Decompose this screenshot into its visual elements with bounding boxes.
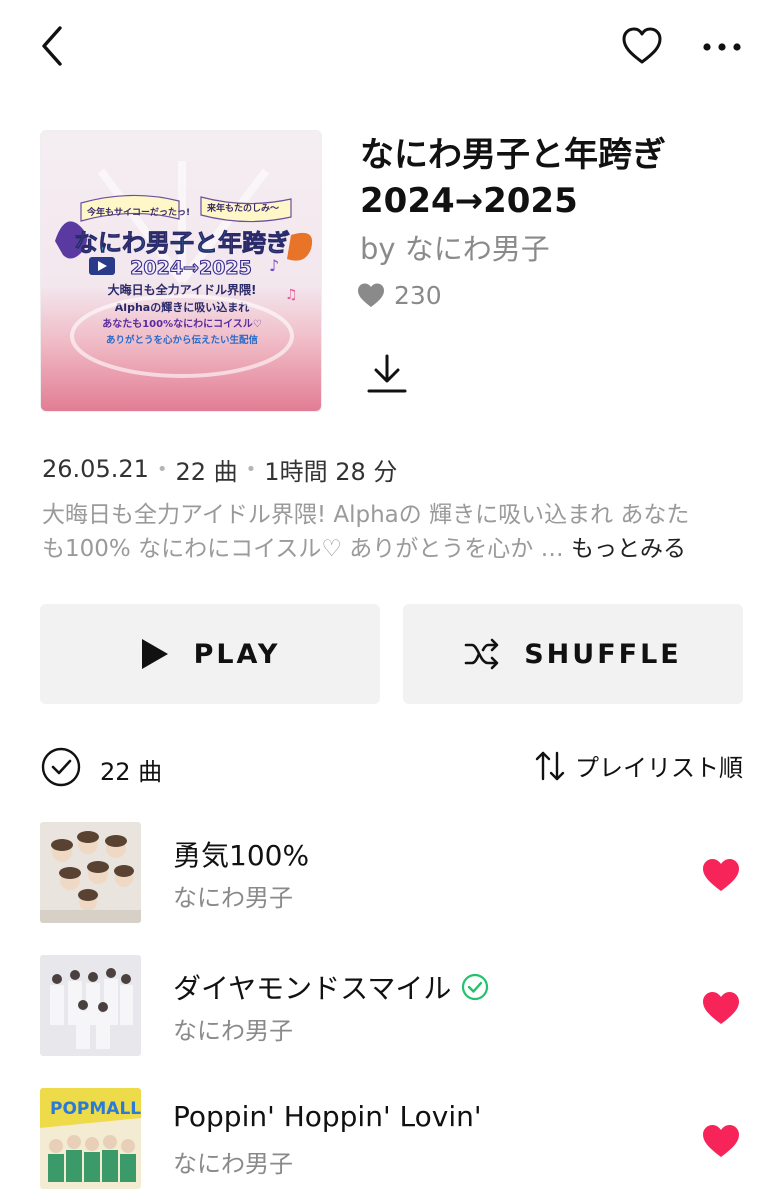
- sort-label: プレイリスト順: [575, 754, 743, 782]
- meta-separator: •: [156, 458, 168, 480]
- track-list-header: 22 曲 プレイリスト順: [40, 744, 743, 792]
- back-icon: [42, 26, 62, 66]
- like-count: 230: [356, 278, 442, 312]
- svg-text:ありがとうを心から伝えたい生配信: ありがとうを心から伝えたい生配信: [106, 334, 259, 346]
- track-row[interactable]: POPMALL Poppin' Hoppin' Lovin' なにわ男子: [40, 1088, 743, 1192]
- track-title: Poppin' Hoppin' Lovin': [173, 1100, 482, 1133]
- svg-text:♪: ♪: [269, 256, 279, 275]
- svg-text:POPMALL: POPMALL: [50, 1099, 141, 1119]
- playlist-meta: 26.05.21 • 22 曲 • 1時間 28 分: [42, 452, 397, 486]
- playlist-track-count: 22 曲: [175, 457, 238, 486]
- download-icon: [367, 354, 407, 393]
- svg-text:今年もサイコーだったっ!: 今年もサイコーだったっ!: [86, 206, 190, 218]
- playlist-title-line2: 2024→2025: [360, 181, 578, 221]
- track-row[interactable]: 勇気100% なにわ男子: [40, 822, 743, 926]
- track-count-label: 22 曲: [100, 758, 163, 786]
- top-bar: [0, 0, 783, 100]
- more-options-button[interactable]: [696, 26, 748, 66]
- track-title: 勇気100%: [173, 834, 309, 874]
- svg-text:あなたも100%なにわにコイスル♡: あなたも100%なにわにコイスル♡: [102, 317, 262, 330]
- back-button[interactable]: [34, 22, 78, 70]
- sort-icon: [535, 751, 565, 780]
- track-title-text: ダイヤモンドスマイル: [173, 972, 452, 1005]
- track-artist: なにわ男子: [173, 1150, 293, 1178]
- track-artist: なにわ男子: [173, 884, 293, 912]
- description-line2: も100% なにわにコイスル♡ ありがとうを心か …: [42, 536, 571, 562]
- track-artist: なにわ男子: [173, 1017, 293, 1045]
- playlist-byline[interactable]: by なにわ男子: [360, 226, 550, 268]
- playlist-cover: 今年もサイコーだったっ! 来年もたのしみ〜 なにわ男子と年跨ぎ 2024→202…: [40, 130, 322, 412]
- description-line1: 大晦日も全力アイドル界隈! Alphaの 輝きに吸い込まれ あなた: [42, 502, 690, 528]
- playlist-screen: 今年もサイコーだったっ! 来年もたのしみ〜 なにわ男子と年跨ぎ 2024→202…: [0, 0, 783, 1199]
- playlist-duration: 1時間 28 分: [264, 457, 398, 486]
- playlist-date: 26.05.21: [42, 455, 149, 483]
- see-more-link[interactable]: もっとみる: [571, 536, 686, 562]
- svg-text:来年もたのしみ〜: 来年もたのしみ〜: [206, 202, 279, 214]
- svg-text:Alphaの輝きに吸い込まれ: Alphaの輝きに吸い込まれ: [115, 300, 249, 314]
- heart-filled-icon: [703, 992, 739, 1024]
- track-row[interactable]: ダイヤモンドスマイル なにわ男子: [40, 955, 743, 1059]
- track-like-button[interactable]: [701, 989, 741, 1027]
- select-tracks-button[interactable]: [40, 746, 82, 788]
- playlist-title-line1: なにわ男子と年跨ぎ: [360, 135, 666, 175]
- shuffle-icon: [464, 638, 499, 670]
- more-icon: [703, 43, 741, 51]
- track-title: ダイヤモンドスマイル: [173, 967, 489, 1007]
- svg-text:2024→2025: 2024→2025: [130, 257, 252, 279]
- check-circle-icon: [41, 747, 81, 787]
- playlist-title: なにわ男子と年跨ぎ 2024→2025: [360, 132, 760, 224]
- track-artwork: POPMALL: [40, 1088, 141, 1189]
- heart-filled-icon: [358, 283, 384, 307]
- play-button-label: PLAY: [193, 638, 281, 670]
- track-like-button[interactable]: [701, 856, 741, 894]
- track-artwork: [40, 822, 141, 923]
- sort-button[interactable]: プレイリスト順: [533, 748, 743, 783]
- heart-outline-icon: [622, 27, 662, 64]
- download-button[interactable]: [364, 350, 410, 396]
- meta-separator: •: [245, 458, 257, 480]
- play-icon: [141, 639, 168, 669]
- like-count-value: 230: [394, 280, 442, 310]
- heart-filled-icon: [703, 1125, 739, 1157]
- svg-text:なにわ男子と年跨ぎ: なにわ男子と年跨ぎ: [74, 229, 290, 257]
- shuffle-button-label: SHUFFLE: [524, 638, 682, 670]
- playlist-description: 大晦日も全力アイドル界隈! Alphaの 輝きに吸い込まれ あなた も100% …: [42, 498, 742, 566]
- shuffle-button[interactable]: SHUFFLE: [403, 604, 743, 704]
- cover-artwork: 今年もサイコーだったっ! 来年もたのしみ〜 なにわ男子と年跨ぎ 2024→202…: [55, 161, 313, 378]
- svg-text:♫: ♫: [285, 287, 298, 303]
- track-artwork: [40, 955, 141, 1056]
- track-title-text: 勇気100%: [173, 839, 310, 872]
- track-title-text: Poppin' Hoppin' Lovin': [173, 1100, 482, 1133]
- like-playlist-button[interactable]: [620, 24, 664, 68]
- heart-filled-icon: [703, 859, 739, 891]
- track-like-button[interactable]: [701, 1122, 741, 1160]
- play-button[interactable]: PLAY: [40, 604, 380, 704]
- verified-icon: [462, 973, 489, 1001]
